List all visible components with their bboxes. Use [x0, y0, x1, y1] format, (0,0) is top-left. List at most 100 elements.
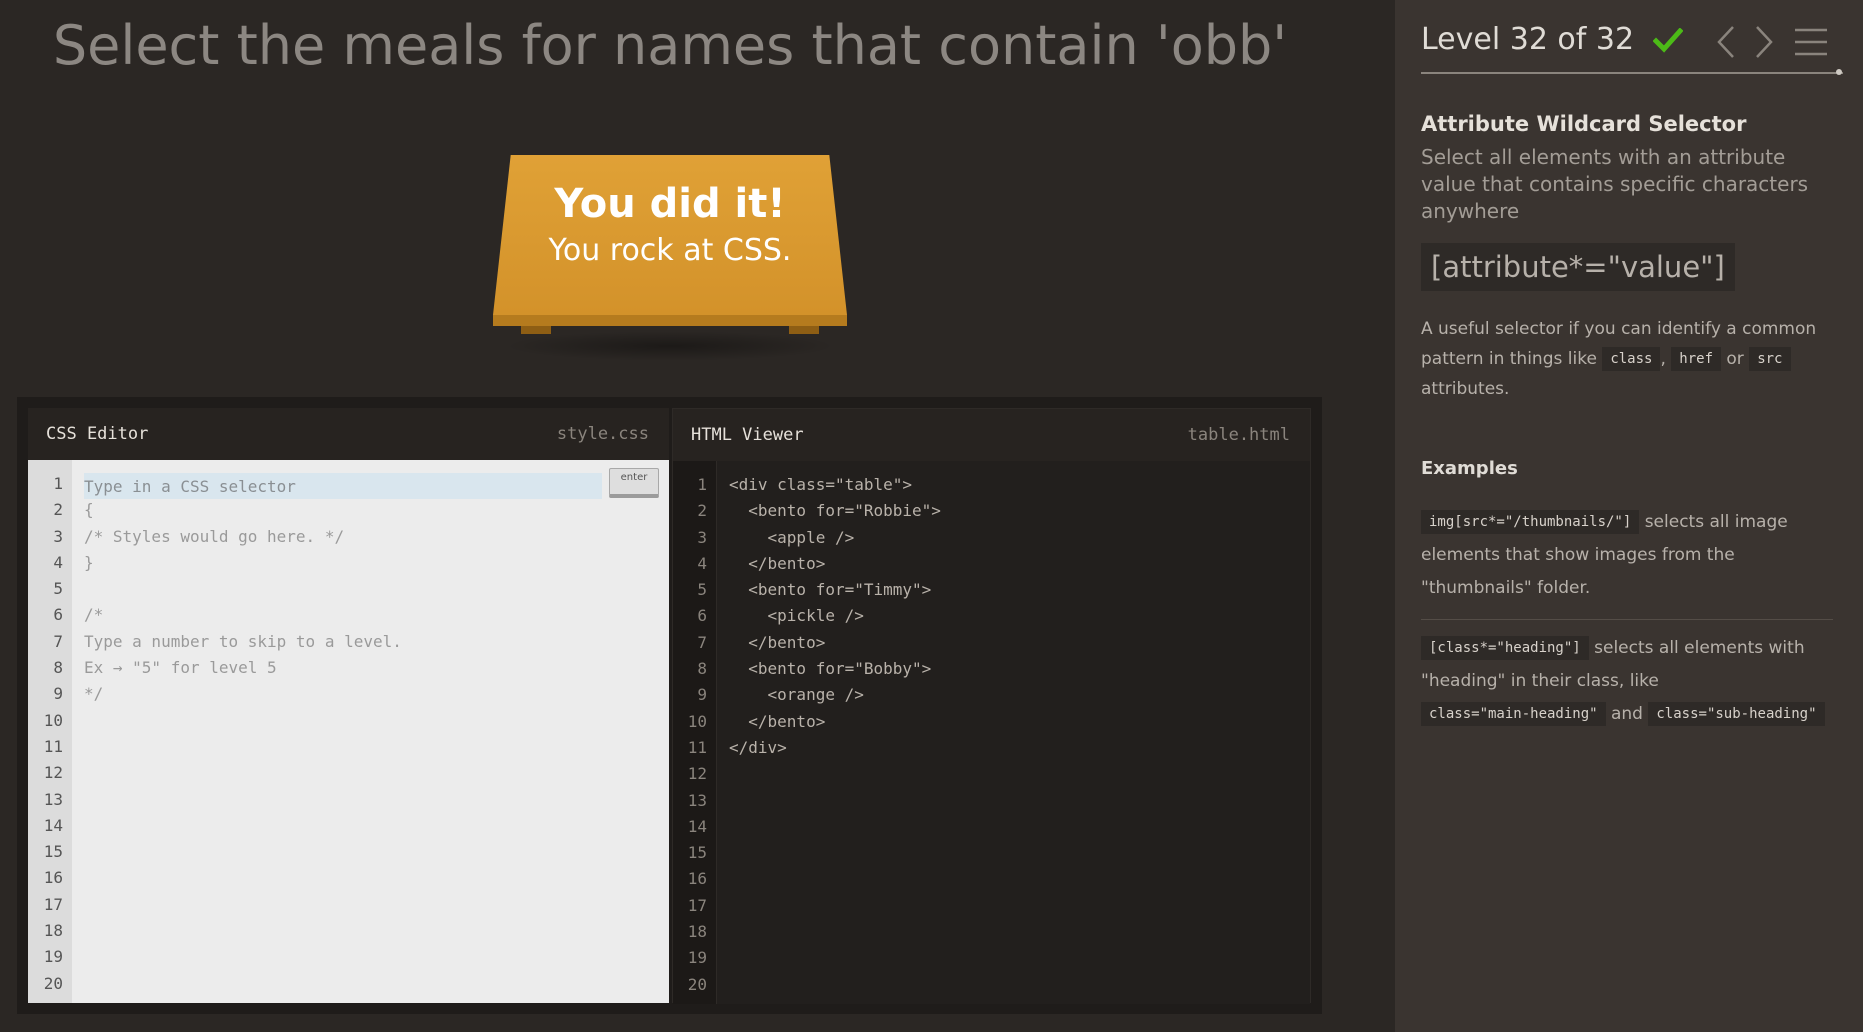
css-editor-title: CSS Editor	[46, 424, 149, 444]
hamburger-menu-icon[interactable]	[1793, 26, 1829, 58]
css-selector-input[interactable]	[84, 473, 602, 499]
code-line: */	[84, 684, 104, 704]
line-number: 3	[697, 527, 707, 547]
html-viewer-title: HTML Viewer	[691, 425, 804, 445]
line-number: 10	[43, 710, 63, 730]
css-code: { /* Styles would go here. */} /* Type a nu…	[84, 471, 659, 708]
code-line: }	[84, 552, 94, 572]
hint-separator: ,	[1660, 349, 1666, 369]
css-editor-body: 1 2 3 4 5 6 7 8 9 10 11 12 13 14 15 16 17 18 19 20 {/* Styl…	[28, 460, 669, 1003]
hint-chip-class: class	[1602, 347, 1661, 371]
level-indicator[interactable]: Level 32 of 32	[1421, 22, 1634, 57]
line-number: 19	[687, 948, 707, 968]
line-number: 18	[43, 921, 63, 941]
html-viewer-filename: table.html	[1187, 425, 1290, 445]
chevron-right-icon[interactable]	[1751, 24, 1777, 60]
hint-chip-href: href	[1671, 347, 1721, 371]
line-number: 5	[53, 579, 63, 599]
line-number: 15	[687, 843, 707, 863]
examples-divider	[1421, 619, 1833, 620]
code-line: /*	[84, 605, 104, 625]
editor-panel: CSS Editor style.css 1 2 3 4 5 6 7 8 9 10 11 12 13 14…	[17, 397, 1322, 1014]
line-number: 8	[697, 659, 707, 679]
line-number: 20	[687, 974, 707, 994]
line-number: 4	[697, 553, 707, 573]
win-message-title: You did it!	[554, 181, 786, 227]
html-viewer-pane: HTML Viewer table.html 1 2 3 4 5 6 7 8 9 10 11 12 13…	[672, 408, 1311, 1004]
checkmark-icon	[1653, 28, 1683, 53]
hint-chip-src: src	[1749, 347, 1791, 371]
line-number: 13	[43, 789, 63, 809]
line-number: 15	[43, 842, 63, 862]
code-line: <bento for="Robbie">	[729, 501, 941, 521]
code-line: <bento for="Timmy">	[729, 580, 932, 600]
line-number: 11	[687, 737, 707, 757]
selector-hint: A useful selector if you can identify a …	[1421, 314, 1841, 404]
line-number: 17	[43, 894, 63, 914]
code-line: </div>	[729, 737, 787, 757]
level-sidebar: Level 32 of 32 Attribute Wildcard Select…	[1395, 0, 1863, 1032]
line-number: 14	[687, 816, 707, 836]
line-number: 7	[53, 631, 63, 651]
selector-name: Attribute Wildcard Selector	[1421, 112, 1747, 136]
line-number: 2	[53, 500, 63, 520]
level-header: Level 32 of 32	[1421, 18, 1843, 74]
enter-button[interactable]: enter	[609, 468, 659, 498]
code-line: <div class="table">	[729, 475, 913, 494]
example-1: img[src*="/thumbnails/"] selects all ima…	[1421, 506, 1841, 605]
progress-indicator	[1836, 69, 1842, 75]
line-number: 7	[697, 632, 707, 652]
level-order-title: Select the meals for names that contain …	[52, 14, 1288, 77]
line-number: 2	[697, 501, 707, 521]
chevron-left-icon[interactable]	[1713, 24, 1739, 60]
line-number: 11	[43, 736, 63, 756]
code-line: {	[84, 500, 94, 520]
line-number: 8	[53, 658, 63, 678]
table-leg-right	[789, 326, 819, 334]
line-number: 10	[687, 711, 707, 731]
css-line-numbers: 1 2 3 4 5 6 7 8 9 10 11 12 13 14 15 16 17 18 19 20	[28, 460, 72, 1003]
examples-heading: Examples	[1421, 458, 1518, 479]
html-markup: <div class="table"> <bento for="Robbie">…	[729, 472, 1300, 761]
line-number: 20	[43, 973, 63, 993]
line-number: 3	[53, 526, 63, 546]
css-editor-pane: CSS Editor style.css 1 2 3 4 5 6 7 8 9 10 11 12 13 14…	[28, 408, 669, 1003]
win-message-subtitle: You rock at CSS.	[548, 233, 792, 268]
code-line: Type a number to skip to a level.	[84, 631, 402, 651]
line-number: 6	[697, 606, 707, 626]
line-number: 16	[43, 868, 63, 888]
line-number: 19	[43, 947, 63, 967]
selector-description: Select all elements with an attribute va…	[1421, 145, 1809, 223]
code-line: <apple />	[729, 527, 855, 547]
code-line: </bento>	[729, 632, 826, 652]
line-number: 14	[43, 815, 63, 835]
code-line: </bento>	[729, 553, 826, 573]
line-number: 17	[687, 895, 707, 915]
hint-or: or	[1726, 349, 1744, 369]
html-viewer-header: HTML Viewer table.html	[673, 409, 1310, 461]
html-viewer-body: 1 2 3 4 5 6 7 8 9 10 11 12 13 14 15 16 17 18 19 20 <div cla…	[673, 461, 1310, 1004]
html-line-numbers: 1 2 3 4 5 6 7 8 9 10 11 12 13 14 15 16 17 18 19 20	[673, 461, 717, 1004]
line-number: 6	[53, 605, 63, 625]
code-line: /* Styles would go here. */	[84, 526, 345, 546]
example-2-and: and	[1610, 704, 1643, 724]
line-number: 12	[43, 763, 63, 783]
game-area: Select the meals for names that contain …	[0, 0, 1395, 1032]
example-2-chip-main: class="main-heading"	[1421, 702, 1606, 726]
table-edge	[493, 315, 847, 326]
code-line: <bento for="Bobby">	[729, 659, 932, 679]
bento-table: You did it! You rock at CSS.	[493, 155, 847, 365]
table-leg-left	[521, 326, 551, 334]
example-2-code: [class*="heading"]	[1421, 636, 1589, 660]
line-number: 1	[697, 475, 707, 494]
example-2-chip-sub: class="sub-heading"	[1648, 702, 1825, 726]
code-line: Ex → "5" for level 5	[84, 658, 277, 678]
code-line: <pickle />	[729, 606, 864, 626]
line-number: 9	[53, 684, 63, 704]
css-editor-filename: style.css	[556, 424, 649, 444]
line-number: 12	[687, 764, 707, 784]
line-number: 13	[687, 790, 707, 810]
hint-tail: attributes.	[1421, 379, 1510, 399]
selector-syntax: [attribute*="value"]	[1421, 243, 1735, 291]
